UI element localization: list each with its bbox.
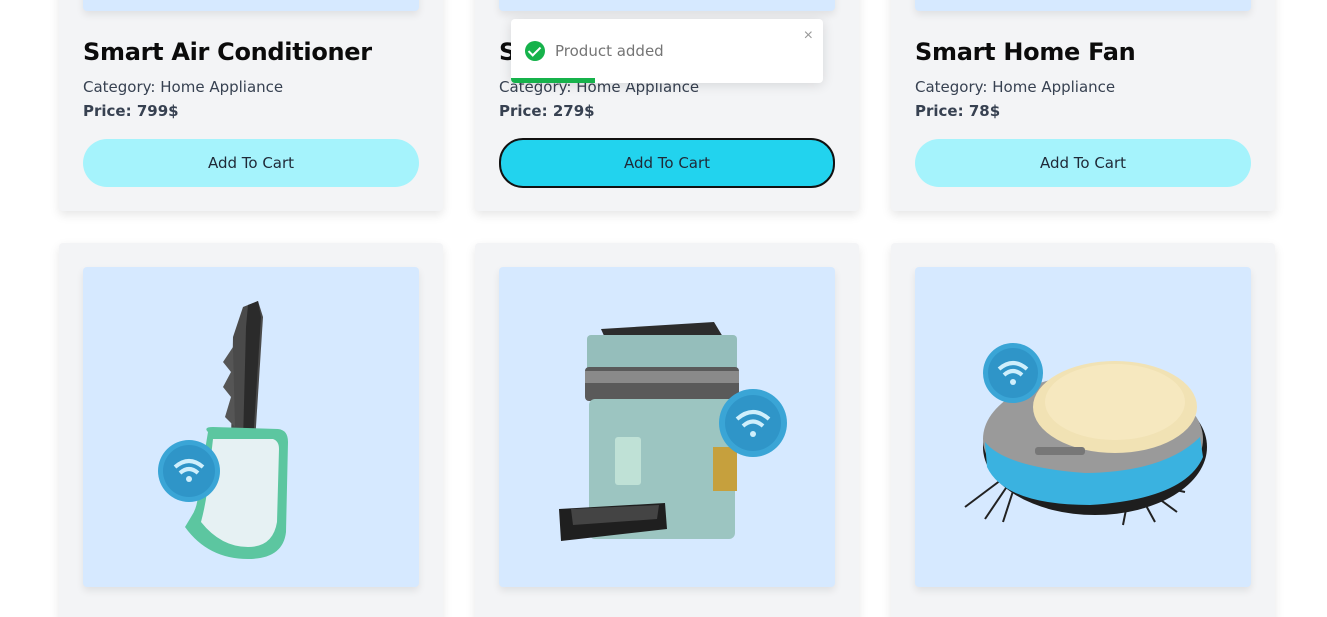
- toast-message: Product added: [555, 42, 664, 60]
- product-image: [915, 267, 1251, 587]
- add-to-cart-button[interactable]: Add To Cart: [499, 138, 835, 188]
- product-price: Price: 78$: [915, 102, 1001, 120]
- product-category: Category: Home Appliance: [915, 78, 1116, 96]
- product-card: [59, 243, 443, 617]
- product-title: Smart Home Fan: [915, 38, 1136, 66]
- product-price: Price: 279$: [499, 102, 595, 120]
- toast-progress-bar: [511, 78, 596, 83]
- product-price: Price: 799$: [83, 102, 179, 120]
- product-image: [915, 0, 1251, 11]
- product-image: [499, 267, 835, 587]
- product-image: [83, 267, 419, 587]
- add-to-cart-button[interactable]: Add To Cart: [83, 139, 419, 187]
- product-title: Smart Air Conditioner: [83, 38, 372, 66]
- robot-vacuum-icon: [964, 343, 1207, 526]
- product-image: [83, 0, 419, 11]
- close-icon[interactable]: ×: [804, 27, 813, 45]
- product-category: Category: Home Appliance: [83, 78, 284, 96]
- product-card: Smart Home Fan Category: Home Appliance …: [891, 0, 1275, 211]
- smart-pet-feeder-icon: [559, 322, 787, 541]
- product-card: [891, 243, 1275, 617]
- add-to-cart-button[interactable]: Add To Cart: [915, 139, 1251, 187]
- product-image: [499, 0, 835, 11]
- smart-key-icon: [158, 301, 288, 559]
- product-card: Smart Air Conditioner Category: Home App…: [59, 0, 443, 211]
- success-check-icon: [525, 41, 545, 61]
- product-card: [475, 243, 859, 617]
- toast-notification: Product added ×: [511, 19, 823, 83]
